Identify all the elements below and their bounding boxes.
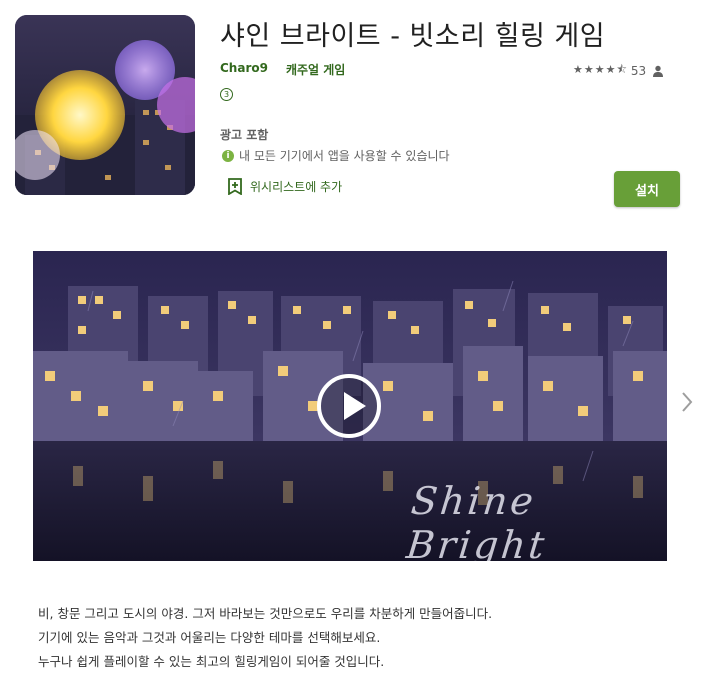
app-description: 비, 창문 그리고 도시의 야경. 그저 바라보는 것만으로도 우리를 차분하게… — [38, 602, 492, 674]
developer-link[interactable]: Charo9 — [220, 61, 268, 78]
info-icon: i — [222, 149, 234, 162]
description-line: 비, 창문 그리고 도시의 야경. 그저 바라보는 것만으로도 우리를 차분하게… — [38, 606, 493, 621]
category-link[interactable]: 캐주얼 게임 — [286, 61, 345, 78]
trailer-video[interactable]: Shine Bright — [33, 251, 667, 561]
bookmark-add-icon — [228, 178, 242, 195]
chevron-right-icon[interactable] — [681, 391, 693, 413]
wishlist-button[interactable]: 위시리스트에 추가 — [228, 178, 342, 195]
description-line: 누구나 쉽게 플레이할 수 있는 최고의 힐링게임이 되어줄 것입니다. — [38, 654, 385, 669]
video-watermark: Shine Bright — [404, 479, 550, 561]
compatibility-notice: i 내 모든 기기에서 앱을 사용할 수 있습니다 — [222, 147, 450, 164]
app-icon-artwork — [15, 15, 195, 195]
ads-label: 광고 포함 — [220, 128, 269, 142]
rating-count: 53 — [630, 63, 647, 78]
rating-stars: ★★★★⯪ — [573, 63, 628, 76]
install-button[interactable]: 설치 — [614, 171, 680, 207]
rating-summary: ★★★★⯪ 53 — [573, 61, 664, 80]
app-icon — [15, 15, 195, 195]
content-rating-badge: 3 — [220, 88, 233, 101]
description-line: 기기에 있는 음악과 그것과 어울리는 다양한 테마를 선택해보세요. — [38, 630, 381, 645]
person-icon — [653, 65, 664, 77]
play-icon[interactable] — [317, 374, 381, 438]
wishlist-label: 위시리스트에 추가 — [250, 180, 343, 194]
developer-row: Charo9 캐주얼 게임 — [220, 61, 345, 78]
compatibility-text: 내 모든 기기에서 앱을 사용할 수 있습니다 — [239, 149, 450, 163]
app-title: 샤인 브라이트 - 빗소리 힐링 게임 — [220, 21, 606, 52]
